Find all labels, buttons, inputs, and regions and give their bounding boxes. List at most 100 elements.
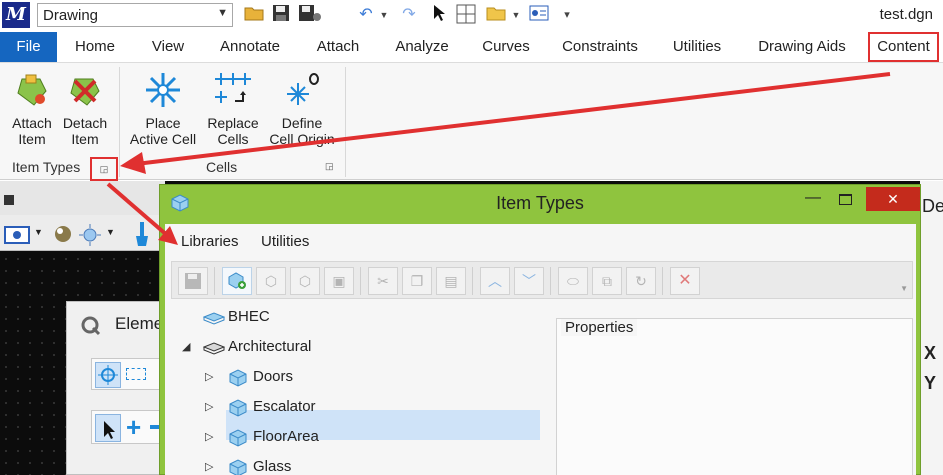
tab-constraints[interactable]: Constraints <box>554 32 646 62</box>
workflow-select[interactable]: Drawing ▼ <box>37 3 233 27</box>
paste-icon[interactable]: ▤ <box>436 267 466 295</box>
chevron-down-icon[interactable]: ▼ <box>106 227 115 237</box>
toolbar-separator <box>360 267 361 295</box>
coord-y-label: Y <box>924 373 937 393</box>
element-selection-icon <box>79 314 101 339</box>
new-item-type-icon[interactable]: ⬡ <box>256 267 286 295</box>
detach-item-button[interactable]: Detach Item <box>58 71 112 147</box>
tree-node-escalator[interactable]: ▷ Escalator <box>165 392 545 422</box>
cut-icon[interactable]: ✂ <box>368 267 398 295</box>
detach-item-label: Detach <box>62 115 108 131</box>
attach-item-button[interactable]: Attach Item <box>6 71 58 147</box>
open-folder-icon[interactable] <box>243 4 265 26</box>
collapsed-arrow-icon[interactable]: ▷ <box>205 362 213 392</box>
move-down-icon[interactable]: ﹀ <box>514 267 544 295</box>
customize-icon[interactable]: ▾ <box>560 4 574 26</box>
save-settings-icon[interactable] <box>297 4 323 26</box>
paint-brush-icon[interactable] <box>132 221 152 250</box>
replace-cells-button[interactable]: Replace Cells <box>202 71 264 147</box>
lighting-icon[interactable] <box>78 223 102 250</box>
place-active-cell-label: Place <box>145 115 181 131</box>
select-cursor-icon[interactable] <box>430 4 448 26</box>
properties-label: Properties <box>561 319 638 336</box>
element-selection-dialog: Eleme + <box>66 301 167 475</box>
new-property-icon[interactable]: ⬡ <box>290 267 320 295</box>
tab-analyze[interactable]: Analyze <box>388 32 456 62</box>
tab-drawing-aids[interactable]: Drawing Aids <box>748 32 856 62</box>
tab-annotate[interactable]: Annotate <box>212 32 288 62</box>
collapsed-arrow-icon[interactable]: ▷ <box>205 392 213 422</box>
define-cell-origin-button[interactable]: Define Cell Origin <box>266 71 338 147</box>
duplicate-icon[interactable]: ⧉ <box>592 267 622 295</box>
copy-icon[interactable]: ❐ <box>402 267 432 295</box>
new-library-icon[interactable] <box>222 267 252 295</box>
place-active-cell-button[interactable]: Place Active Cell <box>126 71 200 147</box>
tab-curves[interactable]: Curves <box>476 32 536 62</box>
tab-view[interactable]: View <box>140 32 196 62</box>
import-icon[interactable]: ▣ <box>324 267 354 295</box>
chevron-down-icon[interactable]: ▼ <box>378 4 390 26</box>
expanded-arrow-icon[interactable]: ◢ <box>182 332 190 362</box>
view-menu-icon[interactable] <box>4 195 14 205</box>
tree-node-glass[interactable]: ▷ Glass <box>165 452 545 475</box>
collapsed-arrow-icon[interactable]: ▷ <box>205 452 213 475</box>
item-types-dialog-launcher[interactable]: ◲ <box>90 157 118 181</box>
tree-node-doors[interactable]: ▷ Doors <box>165 362 545 392</box>
tree-label: Escalator <box>253 398 316 415</box>
tab-utilities[interactable]: Utilities <box>664 32 730 62</box>
toolbar-overflow-icon[interactable]: ▼ <box>900 284 908 293</box>
view-title-strip <box>0 181 165 215</box>
add-select-icon[interactable]: + <box>126 413 141 441</box>
close-button[interactable]: ✕ <box>866 187 920 211</box>
refresh-icon[interactable]: ↻ <box>626 267 656 295</box>
tab-content[interactable]: Content <box>868 32 939 62</box>
minimize-button[interactable]: — <box>800 187 826 213</box>
block-select-icon[interactable] <box>126 368 146 380</box>
delete-icon[interactable]: ✕ <box>670 267 700 295</box>
attach-item-icon <box>12 71 52 109</box>
menu-libraries[interactable]: Libraries <box>181 233 239 250</box>
open-folder-icon[interactable] <box>485 4 507 26</box>
ribbon-panel: Attach Item Detach Item Item Types ◲ Pla… <box>0 62 943 181</box>
rename-icon[interactable]: ⬭ <box>558 267 588 295</box>
quick-access-toolbar: M Drawing ▼ ↶ ▼ ↷ ▼ ▾ test.dgn <box>0 0 943 30</box>
tree-node-architectural[interactable]: ◢ Architectural <box>165 332 545 362</box>
tree-node-floorarea[interactable]: ▷ FloorArea <box>165 422 545 452</box>
menu-utilities[interactable]: Utilities <box>261 233 309 250</box>
tree-label: Glass <box>253 458 292 475</box>
app-logo-icon[interactable]: M <box>2 2 30 28</box>
library-icon <box>202 338 226 356</box>
define-cell-origin-icon <box>282 71 322 109</box>
close-icon: ✕ <box>887 191 899 207</box>
chevron-down-icon: ▼ <box>217 7 228 19</box>
save-icon[interactable] <box>270 4 292 26</box>
item-type-icon <box>228 398 248 417</box>
chevron-down-icon[interactable]: ▼ <box>510 4 522 26</box>
individual-select-icon[interactable] <box>95 362 121 388</box>
cells-dialog-launcher[interactable]: ◲ <box>325 161 334 172</box>
display-style-icon[interactable] <box>52 223 74 248</box>
tree-node-bhec[interactable]: BHEC <box>165 302 545 332</box>
group-label-cells: Cells <box>206 159 238 175</box>
key-in-icon[interactable] <box>455 4 477 26</box>
pointer-select-icon[interactable] <box>95 414 121 442</box>
toolbar-separator <box>662 267 663 295</box>
view-attributes-icon[interactable] <box>4 225 34 248</box>
dialog-menu-bar: Libraries Utilities <box>165 224 916 258</box>
save-icon[interactable] <box>178 267 208 295</box>
tab-home[interactable]: Home <box>66 32 124 62</box>
undo-icon[interactable]: ↶ <box>355 4 377 26</box>
properties-icon[interactable] <box>528 4 550 26</box>
redo-icon[interactable]: ↷ <box>398 4 420 26</box>
tab-attach[interactable]: Attach <box>306 32 370 62</box>
tree-label: FloorArea <box>253 428 319 445</box>
maximize-button[interactable] <box>830 187 860 213</box>
file-title: test.dgn <box>879 6 933 23</box>
chevron-down-icon[interactable]: ▼ <box>34 227 43 237</box>
tab-file[interactable]: File <box>0 32 57 62</box>
right-side-panel <box>920 181 943 475</box>
place-active-cell-label-2: Active Cell <box>129 131 197 147</box>
item-type-icon <box>228 428 248 447</box>
move-up-icon[interactable]: ︿ <box>480 267 510 295</box>
collapsed-arrow-icon[interactable]: ▷ <box>205 422 213 452</box>
